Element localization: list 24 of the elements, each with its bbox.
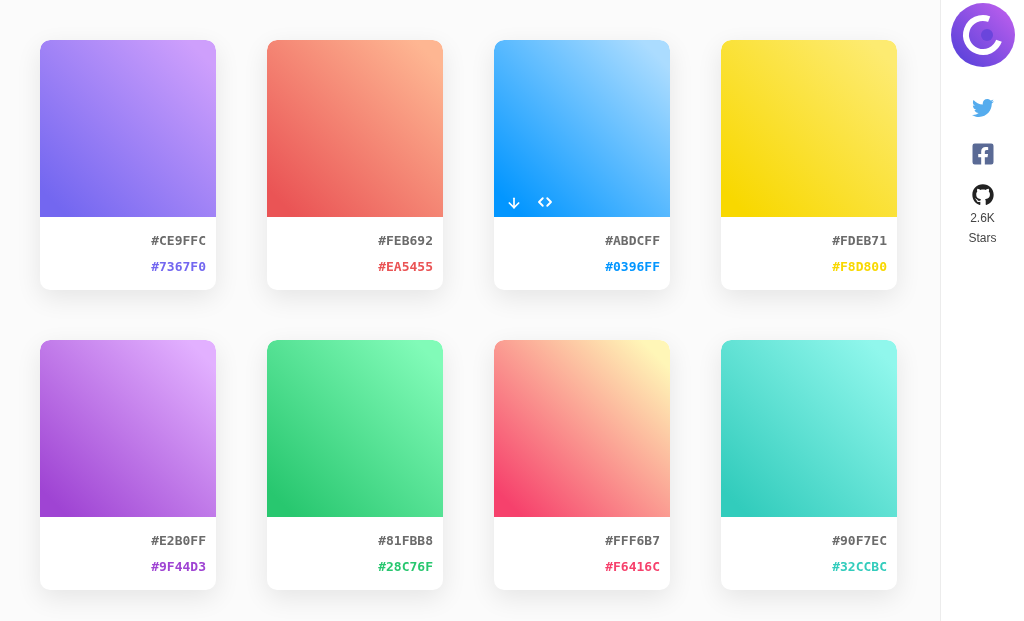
bird-icon xyxy=(971,97,994,119)
end-color-code: #28C76F xyxy=(378,559,433,575)
end-color-code: #F8D800 xyxy=(832,259,887,275)
logo-icon[interactable] xyxy=(950,3,1015,67)
cat-silhouette-icon xyxy=(971,184,994,206)
start-color-code: #CE9FFC xyxy=(151,233,206,249)
end-color-code: #EA5455 xyxy=(378,259,433,275)
start-color-code: #90F7EC xyxy=(832,533,887,549)
down-arrow-icon xyxy=(506,195,522,211)
start-color-code: #FEB692 xyxy=(378,233,433,249)
start-color-code: #FFF6B7 xyxy=(605,533,660,549)
end-color-code: #F6416C xyxy=(605,559,660,575)
end-color-code: #32CCBC xyxy=(832,559,887,575)
f-square-link[interactable] xyxy=(970,142,995,166)
end-color-code: #9F44D3 xyxy=(151,559,206,575)
start-color-code: #81FBB8 xyxy=(378,533,433,549)
end-color-code: #0396FF xyxy=(605,259,660,275)
start-color-code: #E2B0FF xyxy=(151,533,206,549)
end-color-code: #7367F0 xyxy=(151,259,206,275)
github-stars-link[interactable]: 2.6K Stars xyxy=(962,184,1003,248)
start-color-code: #ABDCFF xyxy=(605,233,660,249)
start-color-code: #FDEB71 xyxy=(832,233,887,249)
bird-link[interactable] xyxy=(971,97,994,119)
download-button[interactable] xyxy=(506,195,522,211)
